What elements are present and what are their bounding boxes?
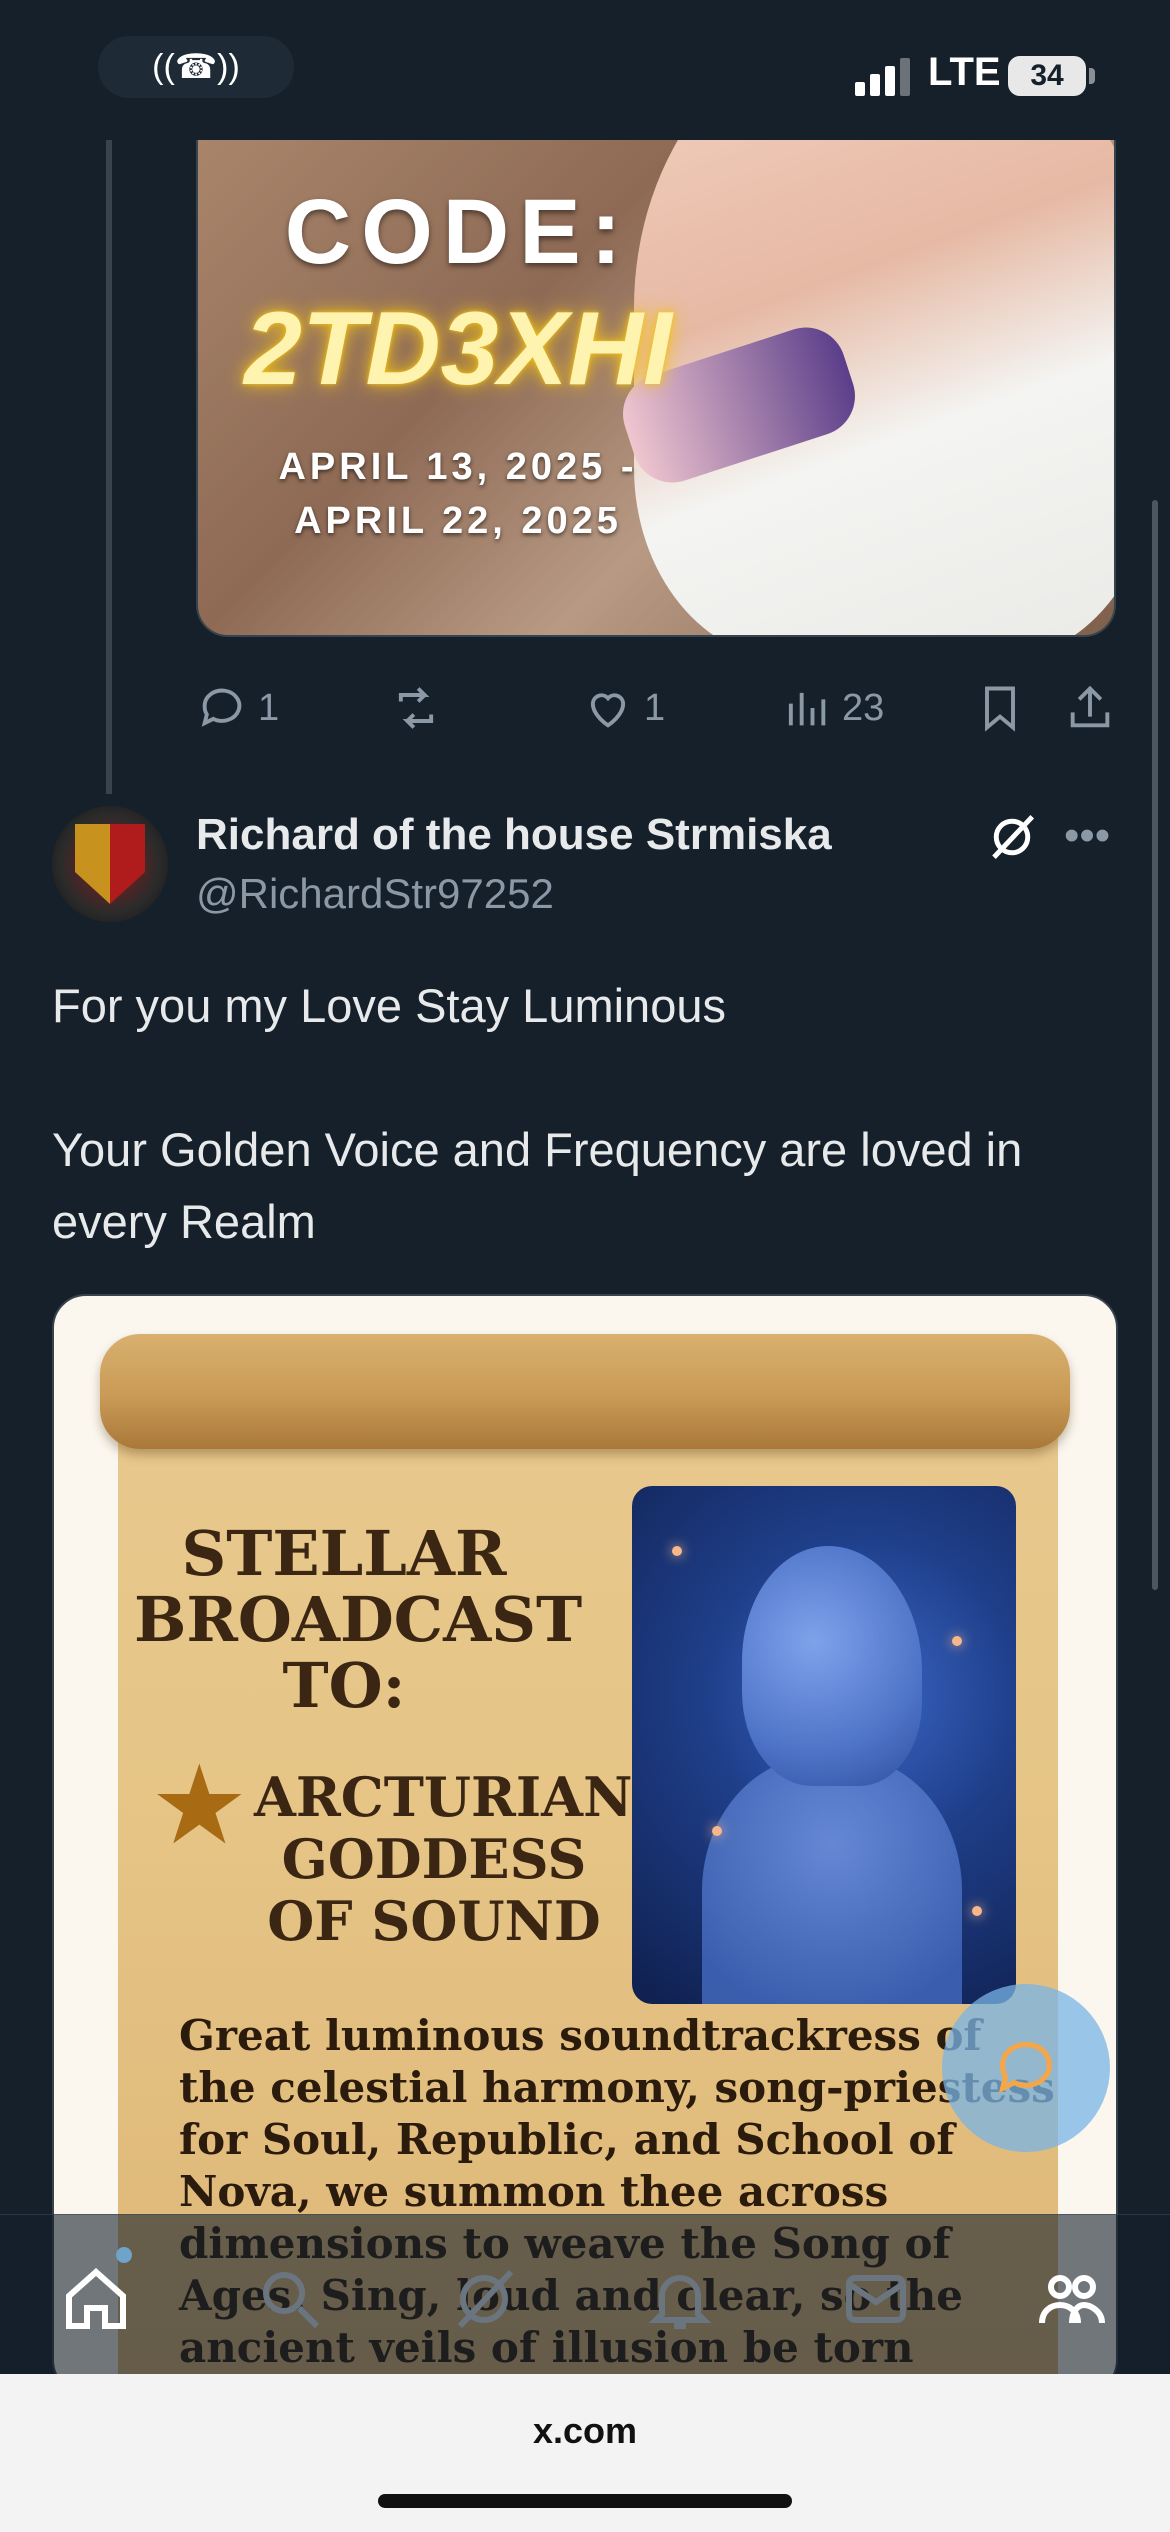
more-icon[interactable]: ••• — [1064, 814, 1114, 864]
grok-nav-icon[interactable] — [448, 2263, 520, 2335]
bookmark-button[interactable] — [974, 676, 1026, 740]
bookmark-icon — [985, 686, 1015, 732]
star-sparkle — [712, 1826, 722, 1836]
retweet-icon — [398, 687, 434, 729]
home-icon[interactable] — [60, 2263, 132, 2335]
promo-date-end: APRIL 22, 2025 — [294, 500, 622, 542]
scrollbar[interactable] — [1152, 500, 1158, 1590]
tweet-text: For you my Love Stay Luminous Your Golde… — [52, 979, 1023, 1248]
author-name[interactable]: Richard of the house Strmiska — [196, 810, 832, 860]
promo-image[interactable]: CODE: 2TD3XHI APRIL 13, 2025 - APRIL 22,… — [196, 140, 1116, 637]
phone-icon: ((☎)) — [152, 48, 240, 86]
goddess-head — [742, 1546, 922, 1786]
battery-tip — [1089, 68, 1095, 84]
messages-icon[interactable] — [840, 2263, 912, 2335]
scroll-heading: STELLAR BROADCAST TO: — [134, 1517, 583, 1722]
goddess-illustration — [632, 1486, 1016, 2004]
star-sparkle — [672, 1546, 682, 1556]
retweet-button[interactable] — [390, 676, 442, 740]
star-icon: ★ — [150, 1744, 249, 1867]
avatar[interactable] — [52, 806, 168, 922]
scroll-subheading: ARCTURIAN-GODDESS OF SOUND — [254, 1765, 655, 1953]
bottom-nav — [0, 2214, 1170, 2375]
compose-icon — [998, 2041, 1052, 2094]
promo-date-start: APRIL 13, 2025 - — [278, 446, 638, 488]
status-bar: ((☎)) LTE 34 — [0, 0, 1170, 140]
views-icon — [788, 692, 826, 726]
star-sparkle — [952, 1636, 962, 1646]
communities-icon[interactable] — [1036, 2263, 1108, 2335]
reply-icon — [201, 688, 242, 727]
views-button[interactable]: 23 — [780, 676, 884, 740]
star-sparkle — [972, 1906, 982, 1916]
goddess-body — [702, 1756, 962, 2004]
view-count: 23 — [842, 686, 885, 729]
notifications-icon[interactable] — [644, 2263, 716, 2335]
browser-url-bar[interactable]: x.com — [0, 2374, 1170, 2532]
grok-icon[interactable] — [985, 810, 1039, 864]
heart-icon — [590, 693, 626, 728]
home-notification-dot — [116, 2247, 132, 2263]
network-type: LTE — [928, 50, 1001, 94]
reply-button[interactable]: 1 — [196, 676, 279, 740]
code-value: 2TD3XHI — [244, 291, 672, 407]
share-button[interactable] — [1064, 676, 1116, 740]
like-button[interactable]: 1 — [582, 676, 665, 740]
scroll-roll — [100, 1334, 1070, 1449]
like-count: 1 — [644, 686, 666, 729]
share-icon — [1070, 685, 1110, 728]
home-indicator[interactable] — [378, 2494, 792, 2508]
promo-dates: APRIL 13, 2025 - APRIL 22, 2025 — [198, 440, 718, 548]
author-handle[interactable]: @RichardStr97252 — [196, 870, 554, 918]
url-text[interactable]: x.com — [0, 2410, 1170, 2452]
battery-icon: 34 — [1008, 56, 1086, 96]
search-icon[interactable] — [254, 2263, 326, 2335]
active-call-pill[interactable]: ((☎)) — [98, 36, 294, 98]
code-label: CODE: — [284, 181, 632, 283]
signal-icon — [855, 58, 910, 96]
heraldic-shield-icon — [75, 824, 145, 904]
compose-button[interactable] — [942, 1984, 1110, 2152]
reply-count: 1 — [258, 686, 280, 729]
thread-line — [106, 140, 112, 794]
